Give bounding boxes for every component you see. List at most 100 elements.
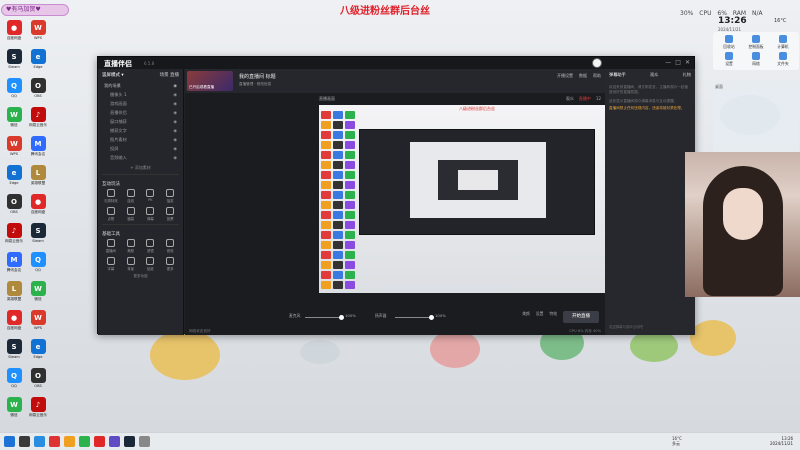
eye-icon[interactable]: ◉	[173, 119, 177, 125]
desktop-icon[interactable]: O OBS	[2, 194, 26, 214]
desktop-icon[interactable]: O OBS	[26, 368, 50, 388]
desktop-icon[interactable]: O OBS	[26, 78, 50, 98]
desktop-icon[interactable]: S Steam	[2, 49, 26, 69]
tool-item[interactable]: 音效	[160, 239, 180, 253]
data-button[interactable]: 数据	[579, 73, 587, 79]
desktop-icon[interactable]: ♪ 网易云音乐	[26, 397, 50, 417]
desktop-icon[interactable]: W 微信	[2, 397, 26, 417]
tool-item[interactable]: 字幕	[101, 257, 121, 271]
desktop-icon[interactable]: ♪ 网易云音乐	[26, 107, 50, 127]
tool-item[interactable]: 投票	[160, 207, 180, 221]
tool-item[interactable]: 直播间	[101, 239, 121, 253]
scene-item[interactable]: 音频输入 ◉	[98, 153, 183, 162]
speaker-slider[interactable]	[395, 315, 434, 320]
desktop-icon[interactable]: W WPS	[26, 310, 50, 330]
tool-item[interactable]: 点歌	[101, 207, 121, 221]
eye-icon[interactable]: ◉	[173, 137, 177, 143]
scene-item[interactable]: 投屏 ◉	[98, 144, 183, 153]
mode-selector[interactable]: 竖屏模式 ▾	[102, 72, 124, 78]
desktop-icon[interactable]: W WPS	[2, 136, 26, 156]
taskbar-app-icon[interactable]	[64, 436, 75, 447]
taskbar-app-icon[interactable]	[124, 436, 135, 447]
taskbar-app-icon[interactable]	[4, 436, 15, 447]
taskbar-clock[interactable]: 13:26 2024/11/21	[770, 436, 793, 446]
tool-item[interactable]: 弹幕	[141, 207, 161, 221]
mic-slider-knob[interactable]	[339, 315, 344, 320]
more-features-link[interactable]: 更多功能	[98, 274, 183, 279]
eye-icon[interactable]: ◉	[173, 146, 177, 152]
desktop-icon[interactable]: Q QQ	[2, 78, 26, 98]
taskbar-app-icon[interactable]	[49, 436, 60, 447]
beauty-button[interactable]: 美颜	[522, 311, 530, 317]
eye-icon[interactable]: ◉	[173, 110, 177, 116]
danmaku-footer[interactable]: 发送弹幕与观众互动吧	[609, 324, 643, 329]
avatar[interactable]	[592, 58, 602, 68]
speaker-slider-knob[interactable]	[429, 315, 434, 320]
tool-item[interactable]: 更多	[160, 257, 180, 271]
desktop-icon[interactable]: ● 百度网盘	[2, 310, 26, 330]
tool-item[interactable]: 福袋	[121, 207, 141, 221]
eye-icon[interactable]: ◉	[173, 155, 177, 161]
tool-item[interactable]: PK	[141, 189, 161, 203]
scene-item[interactable]: 捕获文字 ◉	[98, 126, 183, 135]
desktop-icon[interactable]: e Edge	[26, 339, 50, 359]
tool-widget-item[interactable]: 文件夹	[770, 51, 796, 68]
desktop-icon[interactable]: Q QQ	[2, 368, 26, 388]
tool-item[interactable]: 滤镜	[141, 239, 161, 253]
live-title[interactable]: 我的直播间 标题	[239, 73, 276, 80]
desktop-icon[interactable]: ● 百度网盘	[26, 194, 50, 214]
taskbar-app-icon[interactable]	[109, 436, 120, 447]
desktop-icon[interactable]: M 腾讯会议	[2, 252, 26, 272]
scene-item[interactable]: 图片素材 ◉	[98, 135, 183, 144]
tool-item[interactable]: 连线	[121, 189, 141, 203]
taskbar-app-icon[interactable]	[34, 436, 45, 447]
taskbar-app-icon[interactable]	[19, 436, 30, 447]
desktop-icon[interactable]: e Edge	[2, 165, 26, 185]
desktop-icon[interactable]: L 英雄联盟	[2, 281, 26, 301]
desktop-icon[interactable]: ● 百度网盘	[2, 20, 26, 40]
tab-scene[interactable]: 场景	[160, 73, 169, 78]
eye-icon[interactable]: ◉	[173, 92, 177, 98]
tab-gifts[interactable]: 礼物	[683, 72, 691, 78]
stream-preview[interactable]: 八级进粉丝群后台丝	[319, 105, 649, 293]
tool-item[interactable]: 抽奖	[160, 189, 180, 203]
tool-item[interactable]: 贴纸	[141, 257, 161, 271]
settings-button[interactable]: 设置	[536, 311, 544, 317]
tool-widget-item[interactable]: 回收站	[716, 35, 742, 51]
tab-audience[interactable]: 观众	[650, 72, 658, 78]
close-button[interactable]: ✕	[685, 59, 690, 66]
desktop-icon[interactable]: W 微信	[26, 281, 50, 301]
scene-item[interactable]: 摄像头 1 ◉	[98, 90, 183, 99]
desktop-icon[interactable]: W WPS	[26, 20, 50, 40]
eye-icon[interactable]: ◉	[173, 101, 177, 107]
mic-slider[interactable]	[305, 315, 344, 320]
taskbar-app-icon[interactable]	[139, 436, 150, 447]
tab-live[interactable]: 直播	[170, 73, 179, 78]
help-button[interactable]: 帮助	[593, 73, 601, 79]
eye-icon[interactable]: ◉	[173, 128, 177, 134]
scene-item[interactable]: 我的场景 ◉	[98, 81, 183, 90]
desktop-icon[interactable]: S Steam	[26, 223, 50, 243]
scene-item[interactable]: 直播伴侣 ◉	[98, 108, 183, 117]
user-badge[interactable]: ♥有马加贺♥	[1, 4, 69, 16]
add-source-button[interactable]: + 添加素材	[98, 165, 183, 171]
tool-widget-item[interactable]: 计算机	[770, 35, 796, 51]
start-live-button[interactable]: 开始直播	[563, 311, 599, 323]
desktop-icon[interactable]: W 微信	[2, 107, 26, 127]
tab-danmaku[interactable]: 弹幕助手	[609, 72, 626, 78]
maximize-button[interactable]: □	[675, 59, 681, 66]
tool-widget-item[interactable]: 设置	[716, 51, 742, 68]
minimize-button[interactable]: —	[665, 59, 671, 66]
scene-item[interactable]: 窗口捕获 ◉	[98, 117, 183, 126]
desktop-icon[interactable]: Q QQ	[26, 252, 50, 272]
app-titlebar[interactable]: 直播伴侣 6.5.8 — □ ✕	[98, 57, 694, 69]
desktop-icon[interactable]: e Edge	[26, 49, 50, 69]
tool-widget-item[interactable]: 控制面板	[743, 35, 769, 51]
taskbar-app-icon[interactable]	[79, 436, 90, 447]
live-subtitle[interactable]: 直播管理 · 修改信息	[239, 82, 271, 87]
tool-widget-item[interactable]: 网络	[743, 51, 769, 68]
live-settings-button[interactable]: 开播设置	[557, 73, 573, 79]
desktop-icon[interactable]: L 英雄联盟	[26, 165, 50, 185]
desktop-icon[interactable]: M 腾讯会议	[26, 136, 50, 156]
desktop-icon[interactable]: S Steam	[2, 339, 26, 359]
